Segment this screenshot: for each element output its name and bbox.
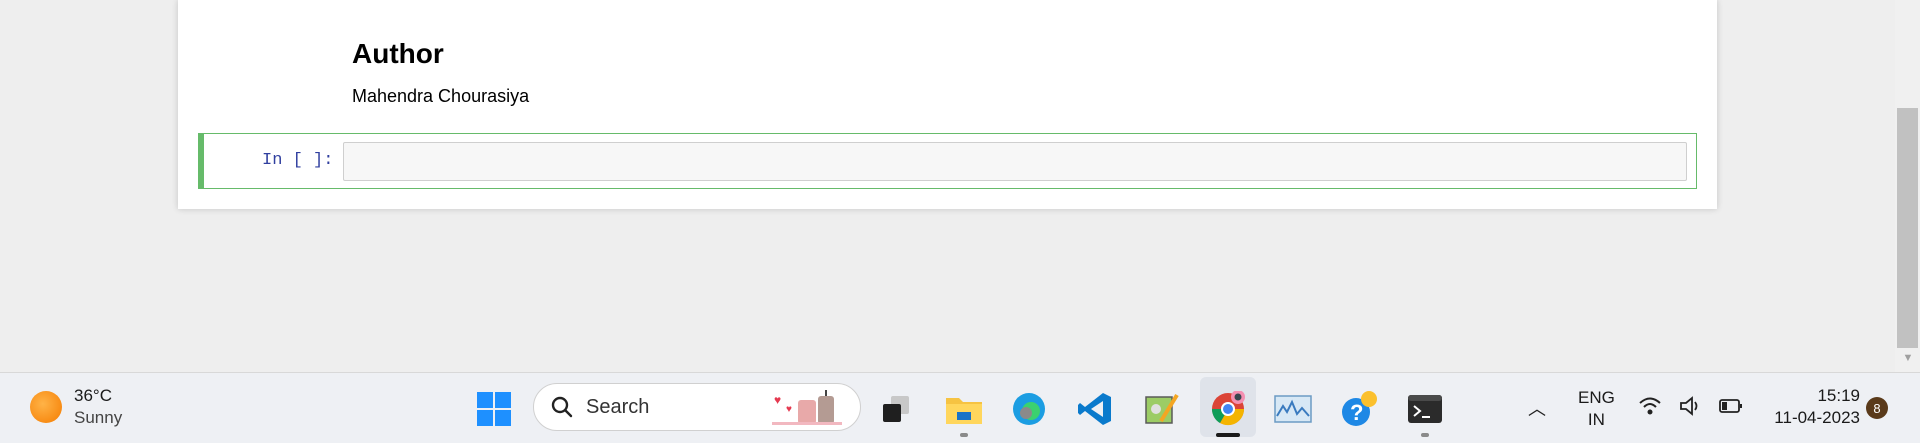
author-heading: Author (352, 38, 444, 69)
sun-icon (30, 391, 62, 423)
svg-text:♥: ♥ (786, 404, 792, 415)
running-indicator (960, 433, 968, 437)
search-icon (551, 396, 573, 418)
region-code: IN (1587, 410, 1605, 429)
taskbar-search[interactable]: Search ♥ ♥ (533, 383, 861, 431)
weather-widget[interactable]: 36°C Sunny (30, 385, 122, 429)
notebook-page: Author Mahendra Chourasiya In [ ]: ▼ (0, 0, 1920, 372)
scrollbar-thumb[interactable] (1897, 108, 1918, 348)
search-placeholder: Search (586, 395, 650, 418)
luggage-decoration-icon: ♥ ♥ (772, 390, 842, 425)
chevron-up-icon[interactable]: ︿ (1528, 395, 1546, 421)
clock-time: 15:19 (1817, 386, 1860, 405)
svg-text:♥: ♥ (774, 393, 781, 407)
notification-badge[interactable]: 8 (1866, 397, 1888, 419)
volume-icon[interactable] (1678, 395, 1702, 417)
file-explorer-icon[interactable] (944, 389, 984, 429)
paint-icon[interactable] (1141, 389, 1181, 429)
taskbar: 36°C Sunny Search ♥ ♥ ? ︿ ENG IN 15:19 1… (0, 372, 1920, 443)
start-icon[interactable] (474, 389, 514, 429)
terminal-icon[interactable] (1405, 389, 1445, 429)
weather-temp: 36°C (74, 386, 112, 405)
code-input[interactable] (343, 142, 1687, 181)
notebook-container: Author Mahendra Chourasiya In [ ]: (178, 0, 1717, 209)
scroll-down-arrow-icon[interactable]: ▼ (1900, 352, 1916, 368)
markdown-cell[interactable]: Author Mahendra Chourasiya (352, 36, 529, 107)
language-code: ENG (1578, 388, 1615, 407)
monitor-icon[interactable] (1273, 389, 1313, 429)
battery-icon[interactable] (1718, 395, 1744, 417)
wifi-icon[interactable] (1638, 395, 1662, 417)
edge-icon[interactable] (1009, 389, 1049, 429)
author-name: Mahendra Chourasiya (352, 86, 530, 106)
svg-text:?: ? (1350, 400, 1363, 425)
language-indicator[interactable]: ENG IN (1578, 387, 1615, 431)
code-cell[interactable]: In [ ]: (198, 133, 1697, 189)
chrome-icon[interactable] (1208, 389, 1248, 429)
task-view-icon[interactable] (876, 389, 916, 429)
vscode-icon[interactable] (1075, 389, 1115, 429)
running-indicator (1421, 433, 1429, 437)
weather-condition: Sunny (74, 408, 123, 427)
active-indicator (1216, 433, 1240, 437)
help-icon[interactable]: ? (1339, 389, 1379, 429)
clock-date: 11-04-2023 (1774, 408, 1860, 427)
input-prompt: In [ ]: (262, 151, 334, 170)
system-tray[interactable] (1638, 395, 1744, 417)
clock[interactable]: 15:19 11-04-2023 (1760, 385, 1860, 429)
